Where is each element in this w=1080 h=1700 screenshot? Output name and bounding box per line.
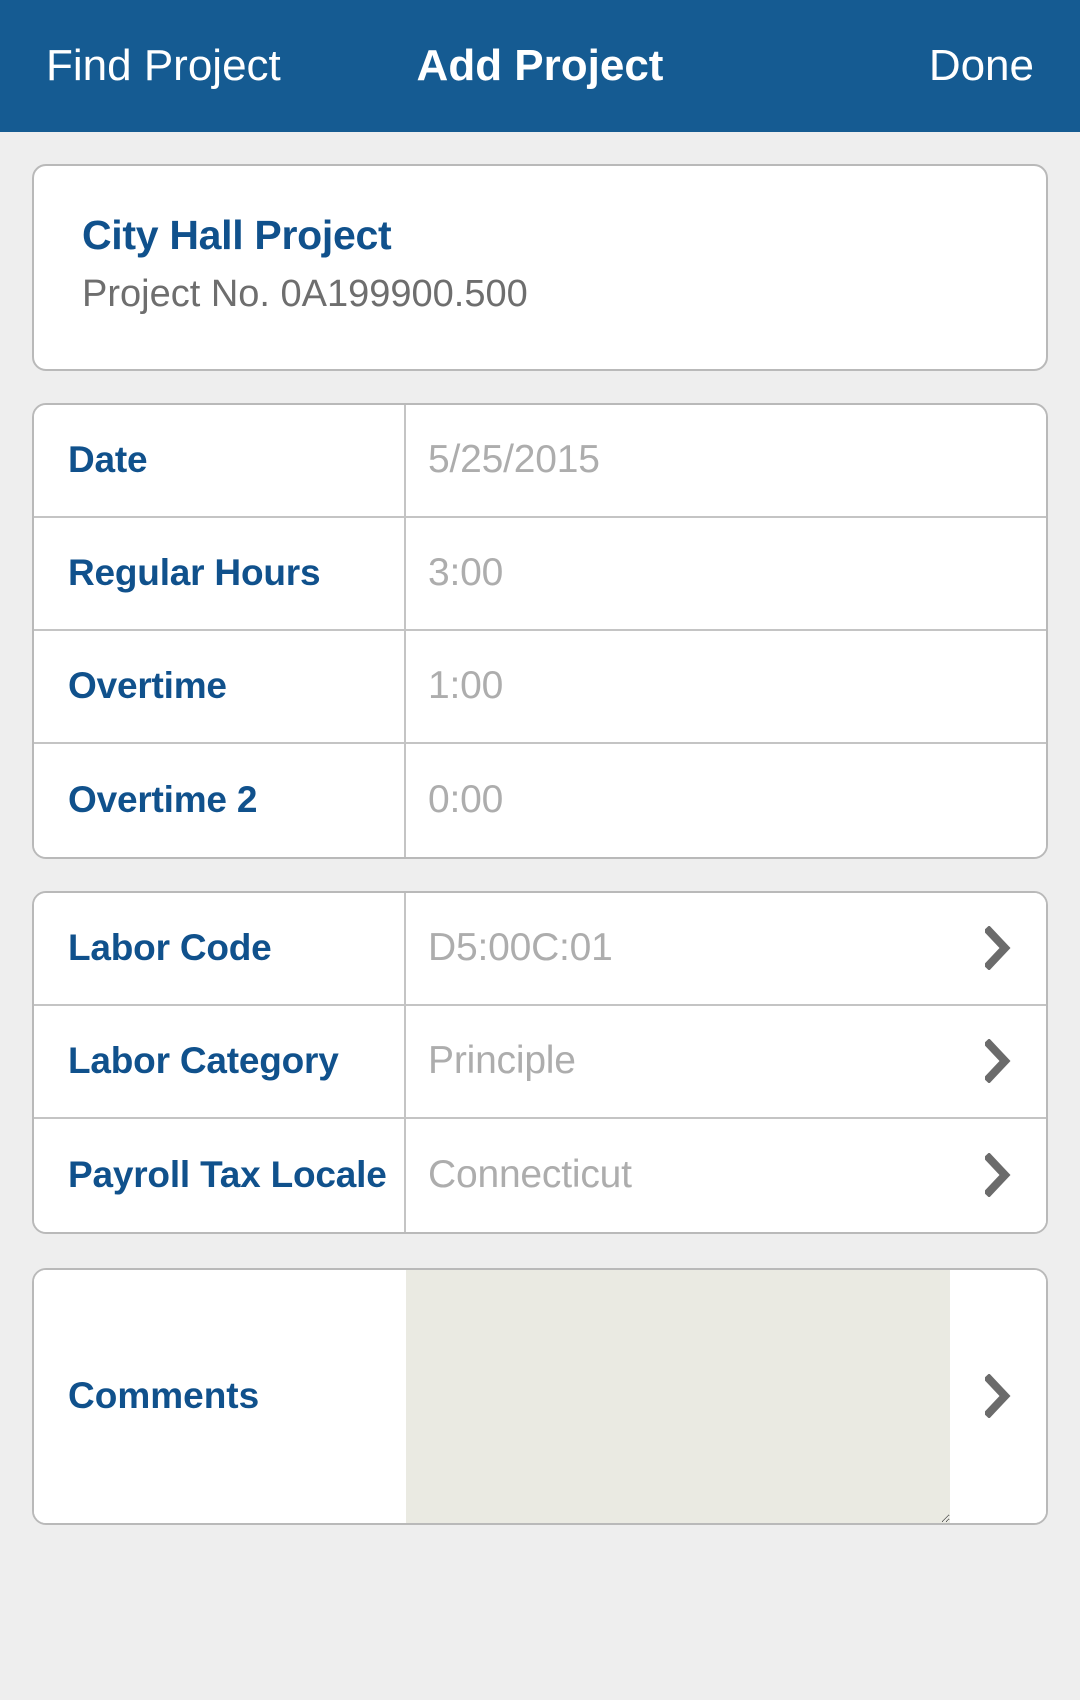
- field-value-regular-hours[interactable]: 3:00: [406, 518, 1046, 629]
- project-number: Project No. 0A199900.500: [82, 273, 528, 316]
- project-summary-card[interactable]: City Hall Project Project No. 0A199900.5…: [32, 164, 1048, 371]
- chevron-right-glyph: [985, 926, 1011, 971]
- field-row-overtime[interactable]: Overtime 1:00: [34, 630, 1046, 744]
- chevron-right-glyph: [985, 1374, 1011, 1419]
- chevron-right-icon[interactable]: [950, 1269, 1046, 1523]
- field-value-labor-category[interactable]: Principle: [406, 1006, 950, 1117]
- field-label-labor-category: Labor Category: [34, 1005, 406, 1117]
- chevron-right-glyph: [985, 1153, 1011, 1198]
- field-row-regular-hours[interactable]: Regular Hours 3:00: [34, 517, 1046, 631]
- time-entry-section: Date 5/25/2015 Regular Hours 3:00 Overti…: [32, 402, 1048, 859]
- field-value-date[interactable]: 5/25/2015: [406, 405, 1046, 516]
- done-button[interactable]: Done: [929, 41, 1034, 91]
- top-navigation-bar: Find Project Add Project Done: [0, 0, 1080, 132]
- field-label-overtime-2: Overtime 2: [34, 743, 406, 857]
- chevron-right-glyph: [985, 1039, 1011, 1084]
- comments-field-wrapper: [406, 1269, 950, 1523]
- field-label-regular-hours: Regular Hours: [34, 517, 406, 629]
- field-value-overtime-2[interactable]: 0:00: [406, 744, 1046, 857]
- field-label-labor-code: Labor Code: [34, 892, 406, 1004]
- page-title: Add Project: [416, 41, 664, 90]
- field-label-overtime: Overtime: [34, 630, 406, 742]
- find-project-button[interactable]: Find Project: [46, 41, 281, 91]
- field-row-date[interactable]: Date 5/25/2015: [34, 404, 1046, 518]
- field-row-overtime-2[interactable]: Overtime 2 0:00: [34, 743, 1046, 857]
- chevron-right-icon[interactable]: [950, 1005, 1046, 1117]
- field-row-comments[interactable]: Comments: [34, 1269, 1046, 1523]
- chevron-right-icon[interactable]: [950, 1118, 1046, 1232]
- field-row-labor-code[interactable]: Labor Code D5:00C:01: [34, 892, 1046, 1006]
- comments-section: Comments: [32, 1267, 1048, 1525]
- labor-codes-section: Labor Code D5:00C:01 Labor Category Prin…: [32, 890, 1048, 1234]
- field-row-labor-category[interactable]: Labor Category Principle: [34, 1005, 1046, 1119]
- field-label-date: Date: [34, 404, 406, 516]
- field-row-payroll-tax-locale[interactable]: Payroll Tax Locale Connecticut: [34, 1118, 1046, 1232]
- field-label-comments: Comments: [34, 1269, 406, 1523]
- field-label-payroll-tax-locale: Payroll Tax Locale: [34, 1118, 406, 1232]
- field-value-payroll-tax-locale[interactable]: Connecticut: [406, 1119, 950, 1232]
- project-name: City Hall Project: [82, 212, 392, 258]
- field-value-overtime[interactable]: 1:00: [406, 631, 1046, 742]
- form-content: City Hall Project Project No. 0A199900.5…: [0, 164, 1080, 1525]
- field-value-labor-code[interactable]: D5:00C:01: [406, 893, 950, 1004]
- comments-input[interactable]: [406, 1269, 950, 1523]
- chevron-right-icon[interactable]: [950, 892, 1046, 1004]
